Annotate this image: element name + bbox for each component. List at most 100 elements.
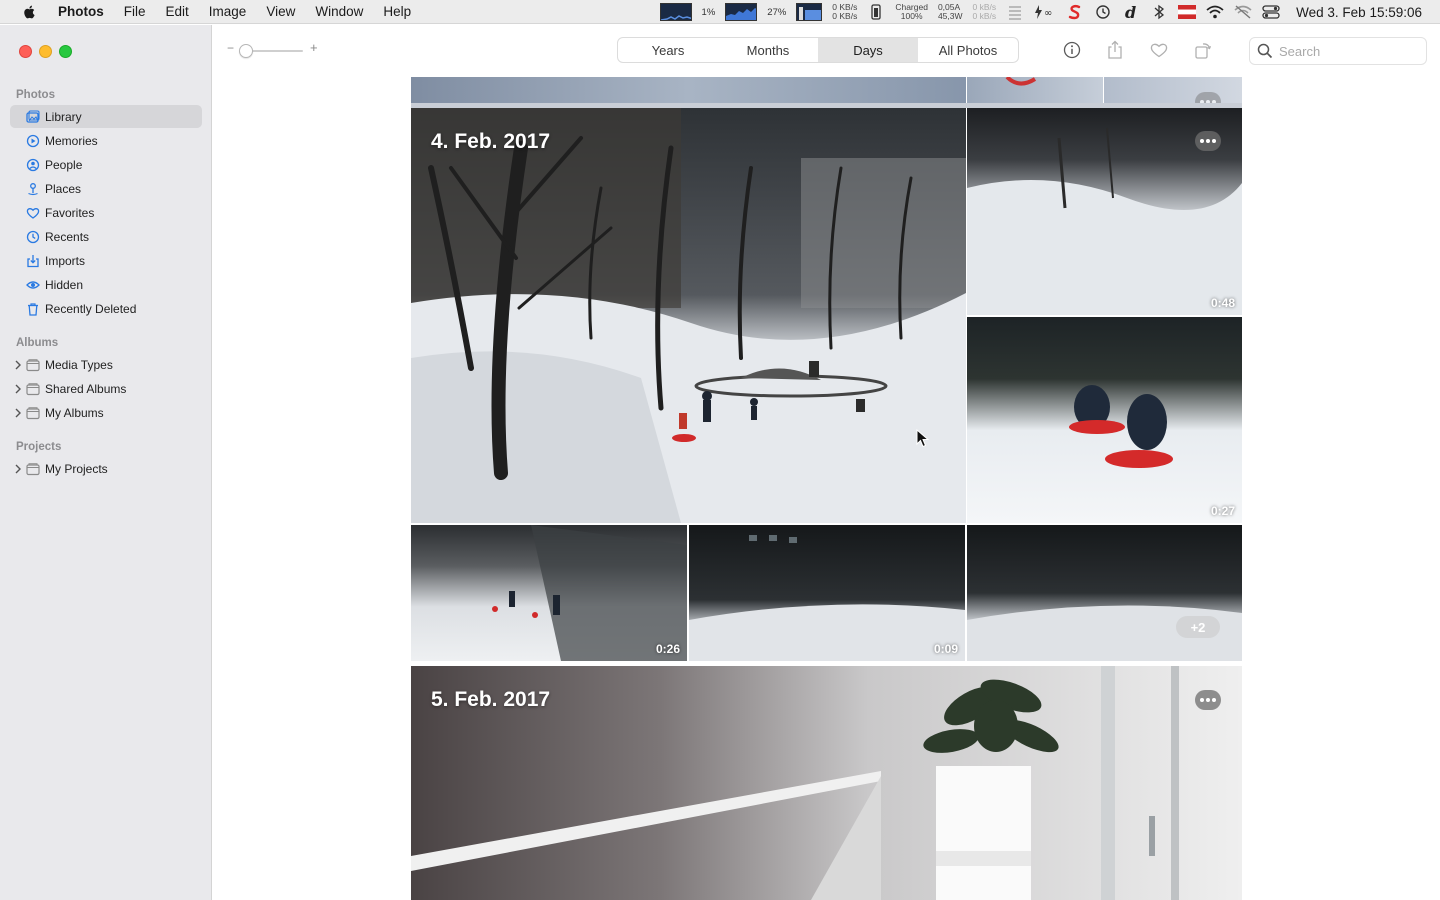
photo-thumbnail[interactable] — [1104, 77, 1242, 103]
video-duration: 0:09 — [933, 642, 958, 656]
video-thumbnail[interactable]: 0:26 — [411, 525, 687, 661]
sidebar-item-my-projects[interactable]: My Projects — [10, 457, 202, 480]
video-duration: 0:26 — [655, 642, 680, 656]
menu-view[interactable]: View — [266, 4, 295, 19]
view-segmented-control: Years Months Days All Photos — [617, 37, 1019, 63]
video-thumbnail[interactable]: 0:09 — [689, 525, 965, 661]
lightning-icon[interactable]: ∞ — [1034, 3, 1056, 21]
sidebar-item-favorites[interactable]: Favorites — [10, 201, 202, 224]
share-icon[interactable] — [1105, 40, 1125, 60]
sidebar-item-recently-deleted[interactable]: Recently Deleted — [10, 297, 202, 320]
battery-stats: Charged 100% — [895, 2, 928, 21]
wifi-icon[interactable] — [1206, 3, 1224, 21]
close-window-button[interactable] — [19, 45, 32, 58]
favorite-heart-icon[interactable] — [1149, 40, 1169, 60]
folder-icon — [26, 406, 40, 420]
menu-image[interactable]: Image — [209, 4, 247, 19]
time-machine-icon[interactable] — [1094, 3, 1112, 21]
search-field[interactable] — [1249, 37, 1427, 65]
gpu-graph-icon[interactable] — [725, 3, 758, 21]
rotate-icon[interactable] — [1193, 40, 1213, 60]
sidebar-item-label: Hidden — [45, 277, 84, 292]
zoom-slider-knob[interactable] — [239, 44, 253, 58]
photo-thumbnail[interactable]: +2 — [967, 525, 1242, 661]
sidebar-item-shared-albums[interactable]: Shared Albums — [10, 377, 202, 400]
cpu-graph-icon[interactable] — [659, 3, 692, 21]
heart-icon — [26, 206, 40, 220]
svg-text:∞: ∞ — [1044, 8, 1052, 19]
more-options-button[interactable] — [1195, 690, 1221, 710]
app-menu-photos[interactable]: Photos — [58, 4, 104, 19]
sidebar-item-my-albums[interactable]: My Albums — [10, 401, 202, 424]
photo-thumbnail-large[interactable]: 4. Feb. 2017 — [411, 108, 966, 523]
sidebar-item-label: Shared Albums — [45, 381, 127, 396]
network-stats[interactable]: 0 KB/s 0 KB/s — [832, 3, 857, 21]
people-icon — [26, 158, 40, 172]
eye-icon — [26, 278, 40, 292]
sidebar-item-people[interactable]: People — [10, 153, 202, 176]
chevron-right-icon[interactable] — [14, 408, 22, 418]
import-icon — [26, 254, 40, 268]
folder-icon — [26, 382, 40, 396]
menu-file[interactable]: File — [124, 4, 146, 19]
sidebar-section-projects: Projects — [16, 441, 62, 453]
sidebar-item-media-types[interactable]: Media Types — [10, 353, 202, 376]
sidebar-item-label: Media Types — [45, 357, 113, 372]
status-items: 1% 27% 0 KB/s 0 KB/s Charged 100% 0,05A … — [659, 0, 1422, 24]
menu-window[interactable]: Window — [315, 4, 363, 19]
toolbar: − + Years Months Days All Photos — [213, 25, 1440, 77]
control-center-icon[interactable] — [1262, 3, 1280, 21]
d-app-icon[interactable]: d — [1122, 3, 1140, 21]
wifi-off-icon[interactable] — [1234, 3, 1252, 21]
video-duration: 0:27 — [1210, 504, 1235, 518]
sidebar-item-label: Memories — [45, 133, 98, 148]
day-title: 4. Feb. 2017 — [431, 130, 551, 153]
flag-icon[interactable] — [1178, 3, 1197, 21]
folder-icon — [26, 462, 40, 476]
zoom-window-button[interactable] — [59, 45, 72, 58]
zoom-out-label[interactable]: − — [227, 41, 234, 55]
sidebar-item-imports[interactable]: Imports — [10, 249, 202, 272]
video-thumbnail[interactable]: 0:27 — [967, 317, 1242, 523]
s-app-icon[interactable] — [1066, 3, 1084, 21]
sidebar-item-label: My Albums — [45, 405, 104, 420]
mouse-cursor-icon — [916, 429, 930, 448]
network-stats-2: 0 kB/s 0 kB/s — [972, 2, 997, 21]
chevron-right-icon[interactable] — [14, 360, 22, 370]
battery-status-icon[interactable] — [867, 3, 885, 21]
tab-days[interactable]: Days — [818, 38, 918, 62]
info-icon[interactable] — [1062, 40, 1082, 60]
places-icon — [26, 182, 40, 196]
clock-icon — [26, 230, 40, 244]
power-stats: 0,05A 45,3W — [937, 2, 963, 21]
more-photos-badge[interactable]: +2 — [1176, 616, 1220, 638]
search-input[interactable] — [1279, 43, 1419, 59]
menubar-clock[interactable]: Wed 3. Feb 15:59:06 — [1296, 5, 1422, 20]
memory-graph-icon[interactable] — [796, 3, 823, 21]
sidebar-item-places[interactable]: Places — [10, 177, 202, 200]
sidebar-item-label: My Projects — [45, 461, 108, 476]
tab-years[interactable]: Years — [618, 38, 718, 62]
chevron-right-icon[interactable] — [14, 384, 22, 394]
photo-thumbnail[interactable] — [967, 77, 1103, 103]
sidebar-item-hidden[interactable]: Hidden — [10, 273, 202, 296]
menu-edit[interactable]: Edit — [166, 4, 189, 19]
tab-all-photos[interactable]: All Photos — [918, 38, 1018, 62]
zoom-in-label[interactable]: + — [310, 40, 318, 55]
bluetooth-icon[interactable] — [1150, 3, 1168, 21]
video-duration: 0:48 — [1210, 296, 1235, 310]
sidebar-item-memories[interactable]: Memories — [10, 129, 202, 152]
apple-icon[interactable] — [20, 4, 40, 20]
disk-activity-icon[interactable] — [1006, 3, 1024, 21]
sidebar-item-label: Recently Deleted — [45, 301, 137, 316]
more-options-button[interactable] — [1195, 131, 1221, 151]
sidebar-section-photos: Photos — [16, 89, 55, 101]
minimize-window-button[interactable] — [39, 45, 52, 58]
sidebar-item-recents[interactable]: Recents — [10, 225, 202, 248]
photo-thumbnail-large[interactable]: 5. Feb. 2017 — [411, 666, 1242, 900]
sidebar-item-library[interactable]: Library — [10, 105, 202, 128]
tab-months[interactable]: Months — [718, 38, 818, 62]
photo-thumbnail[interactable] — [411, 77, 966, 103]
menu-help[interactable]: Help — [383, 4, 411, 19]
chevron-right-icon[interactable] — [14, 464, 22, 474]
